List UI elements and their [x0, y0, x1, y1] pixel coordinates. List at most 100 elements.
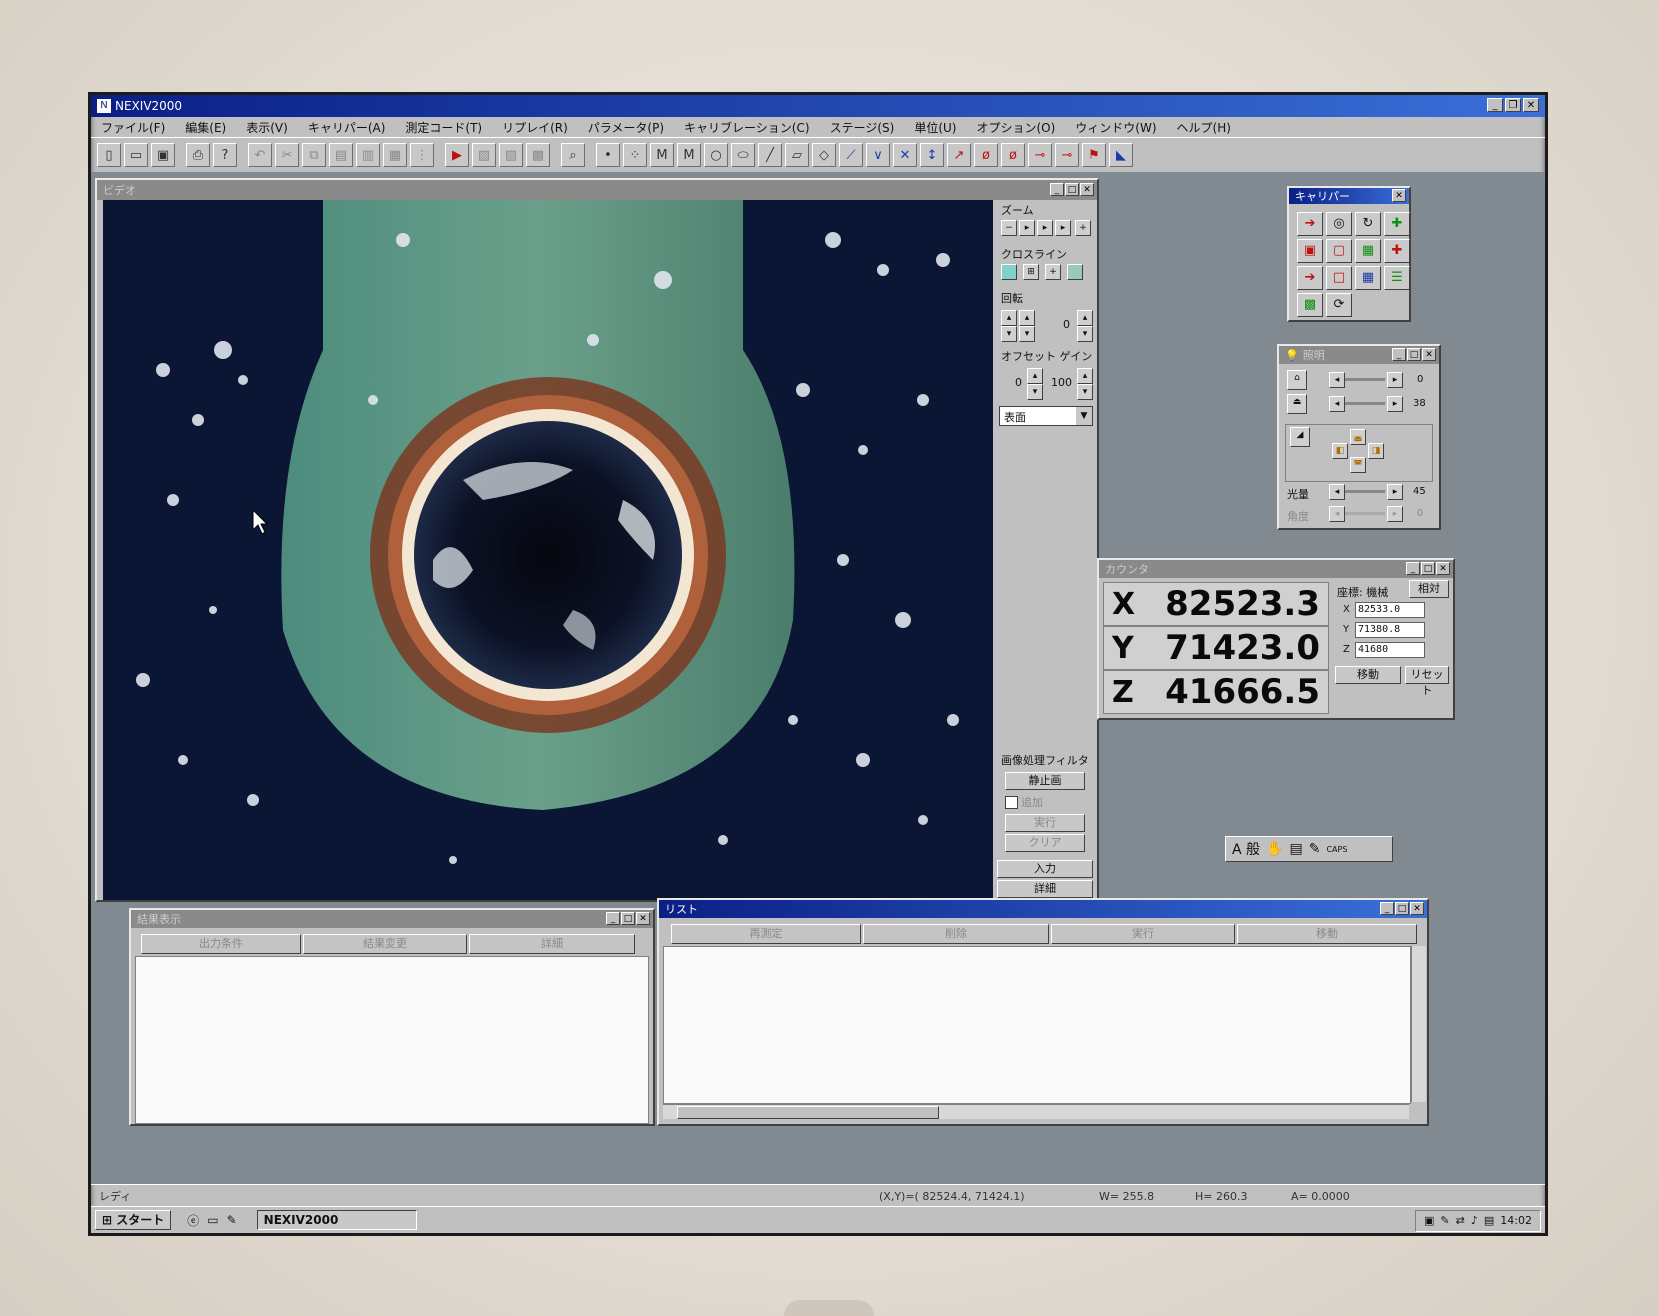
cut-icon[interactable]: ✂ — [275, 143, 299, 167]
counter-maximize-button[interactable]: □ — [1421, 562, 1435, 575]
results-maximize-button[interactable]: □ — [621, 912, 635, 925]
rectangle-icon[interactable]: ▱ — [785, 143, 809, 167]
tolerance-icon[interactable]: ⊸ — [1028, 143, 1052, 167]
diameter2-icon[interactable]: ø — [1001, 143, 1025, 167]
rotation-up2-icon[interactable]: ▴ — [1019, 310, 1035, 326]
rotation-up-icon[interactable]: ▴ — [1001, 310, 1017, 326]
list-body[interactable] — [663, 946, 1411, 1104]
lighting-maximize-button[interactable]: □ — [1407, 348, 1421, 361]
rotation-down-icon[interactable]: ▾ — [1001, 326, 1017, 342]
ime-caps-icon[interactable]: CAPS — [1326, 845, 1347, 854]
menu-file[interactable]: ファイル(F) — [91, 119, 175, 136]
reset-button[interactable]: リセット — [1405, 666, 1449, 697]
open-folder-icon[interactable]: ▭ — [124, 143, 148, 167]
offset-down-icon[interactable]: ▾ — [1027, 384, 1043, 400]
results-list[interactable] — [135, 956, 649, 1124]
record-icon[interactable]: ▨ — [499, 143, 523, 167]
restore-button[interactable]: ❐ — [1505, 98, 1521, 112]
grid-green-icon[interactable]: ▦ — [1355, 239, 1381, 263]
ime-tool-icon[interactable]: ✎ — [1309, 841, 1321, 857]
menu-measure-code[interactable]: 測定コード(T) — [395, 119, 492, 136]
task-nexiv[interactable]: NEXIV2000 — [256, 1210, 417, 1230]
minimize-button[interactable]: _ — [1487, 98, 1503, 112]
play-icon[interactable]: ▶ — [445, 143, 469, 167]
relative-button[interactable]: 相対 — [1409, 580, 1449, 598]
lamp-top-icon[interactable]: ⌂ — [1287, 370, 1307, 390]
multi-point-icon[interactable]: ⁘ — [623, 143, 647, 167]
flag-icon[interactable]: ⚑ — [1082, 143, 1106, 167]
results-col-detail[interactable]: 詳細 — [469, 934, 635, 954]
zoom-step2-icon[interactable]: ▸ — [1037, 220, 1053, 236]
lighting-close-button[interactable]: ✕ — [1422, 348, 1436, 361]
zoom-out-icon[interactable]: − — [1001, 220, 1017, 236]
offset-up-icon[interactable]: ▴ — [1027, 368, 1043, 384]
tray-monitor-icon[interactable]: ▣ — [1424, 1212, 1434, 1230]
channel-icon[interactable]: ✎ — [227, 1213, 237, 1227]
chevron-down-icon[interactable]: ▼ — [1076, 407, 1092, 425]
video-minimize-button[interactable]: _ — [1050, 183, 1064, 196]
menu-caliper[interactable]: キャリパー(A) — [298, 119, 396, 136]
counter-minimize-button[interactable]: _ — [1406, 562, 1420, 575]
angle-left-icon[interactable]: ◂ — [1329, 506, 1345, 522]
magnifier-icon[interactable]: ⌕ — [561, 143, 585, 167]
menu-help[interactable]: ヘルプ(H) — [1167, 119, 1241, 136]
angle-icon[interactable]: ∨ — [866, 143, 890, 167]
ring-segment-right-icon[interactable]: ◨ — [1368, 443, 1384, 459]
menu-calibration[interactable]: キャリブレーション(C) — [674, 119, 820, 136]
list-vertical-scrollbar[interactable] — [1411, 946, 1426, 1102]
plus-green-icon[interactable]: ✚ — [1384, 212, 1410, 236]
menu-stage[interactable]: ステージ(S) — [820, 119, 905, 136]
list-col-remeasure[interactable]: 再測定 — [671, 924, 861, 944]
lighting-minimize-button[interactable]: _ — [1392, 348, 1406, 361]
line-icon[interactable]: ╱ — [758, 143, 782, 167]
results-close-button[interactable]: ✕ — [636, 912, 650, 925]
list-col-execute[interactable]: 実行 — [1051, 924, 1235, 944]
rotate-arrow-icon[interactable]: ↻ — [1355, 212, 1381, 236]
video-maximize-button[interactable]: □ — [1065, 183, 1079, 196]
step-forward-icon[interactable]: ▧ — [472, 143, 496, 167]
surface-select[interactable]: 表面 ▼ — [999, 406, 1093, 426]
tray-volume-icon[interactable]: ♪ — [1471, 1212, 1478, 1230]
ring-segment-left-icon[interactable]: ◧ — [1332, 443, 1348, 459]
target-x-field[interactable]: 82533.0 — [1355, 602, 1425, 618]
refresh-icon[interactable]: ⟳ — [1326, 293, 1352, 317]
menu-unit[interactable]: 単位(U) — [904, 119, 966, 136]
amount-slider[interactable] — [1345, 490, 1385, 493]
clear-button[interactable]: クリア — [1005, 834, 1085, 852]
insert-icon[interactable]: ▥ — [356, 143, 380, 167]
menu-parameter[interactable]: パラメータ(P) — [578, 119, 674, 136]
distance-icon[interactable]: ⟋ — [839, 143, 863, 167]
amount-right-icon[interactable]: ▸ — [1387, 484, 1403, 500]
target-icon[interactable]: ◎ — [1326, 212, 1352, 236]
results-col-output[interactable]: 出力条件 — [141, 934, 301, 954]
crossline-cross-icon[interactable]: + — [1045, 264, 1061, 280]
copy-icon[interactable]: ⧉ — [302, 143, 326, 167]
list-scroll-thumb[interactable] — [677, 1106, 939, 1119]
new-file-icon[interactable]: ▯ — [97, 143, 121, 167]
light2-left-icon[interactable]: ◂ — [1329, 396, 1345, 412]
menu-option[interactable]: オプション(O) — [966, 119, 1065, 136]
input-button[interactable]: 入力 — [997, 860, 1093, 878]
video-close-button[interactable]: ✕ — [1080, 183, 1094, 196]
list-maximize-button[interactable]: □ — [1395, 902, 1409, 915]
graph-icon[interactable]: ◣ — [1109, 143, 1133, 167]
list-horizontal-scrollbar[interactable] — [663, 1104, 1409, 1119]
rotation-spin-down-icon[interactable]: ▾ — [1077, 326, 1093, 342]
detail-button[interactable]: 詳細 — [997, 880, 1093, 898]
delete-icon[interactable]: ▦ — [383, 143, 407, 167]
plus-red-icon[interactable]: ✚ — [1384, 239, 1410, 263]
still-image-button[interactable]: 静止画 — [1005, 772, 1085, 790]
intersection-icon[interactable]: ✕ — [893, 143, 917, 167]
frame2-icon[interactable]: ▢ — [1326, 239, 1352, 263]
blue-grid-icon[interactable]: ▦ — [1355, 266, 1381, 290]
tray-display-icon[interactable]: ▤ — [1484, 1212, 1494, 1230]
tolerance2-icon[interactable]: ⊸ — [1055, 143, 1079, 167]
save-icon[interactable]: ▣ — [151, 143, 175, 167]
ime-hand-icon[interactable]: ✋ — [1266, 841, 1283, 857]
ime-mode[interactable]: A 般 — [1232, 839, 1260, 859]
lamp-bottom-icon[interactable]: ⏏ — [1287, 394, 1307, 414]
list-minimize-button[interactable]: _ — [1380, 902, 1394, 915]
menu-edit[interactable]: 編集(E) — [175, 119, 236, 136]
zoom-step1-icon[interactable]: ▸ — [1019, 220, 1035, 236]
crossline-grid-icon[interactable]: ⊞ — [1023, 264, 1039, 280]
